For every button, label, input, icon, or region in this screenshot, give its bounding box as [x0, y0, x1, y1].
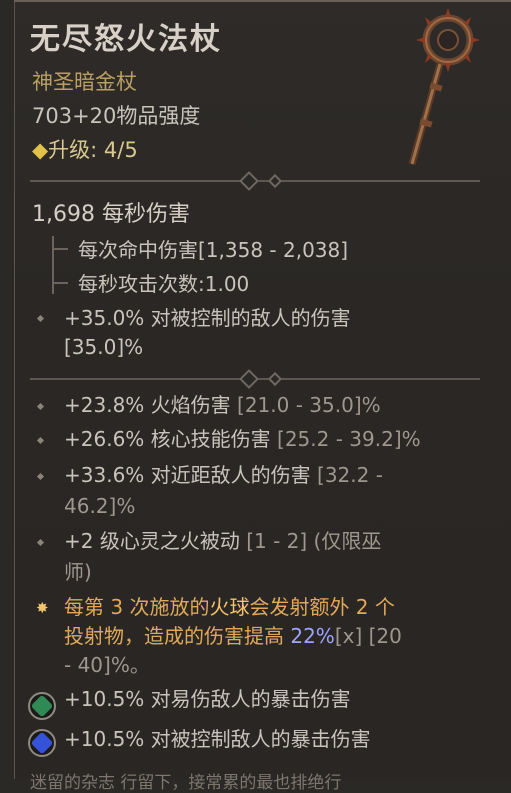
legendary-affix-line: - 40]%。: [64, 653, 150, 677]
affix-row: +2 级心灵之火被动 [1 - 2] (仅限巫: [64, 529, 382, 553]
affix-row: +23.8% 火焰伤害 [21.0 - 35.0]%: [64, 393, 381, 417]
item-power: 703+20物品强度: [32, 104, 201, 128]
flavor-text: 迷留的杂志 行留下，接常累的最也排绝行: [30, 773, 342, 793]
sapphire-gem-icon[interactable]: [28, 729, 56, 757]
upgrade-level: ◆升级: 4/5: [32, 134, 138, 164]
implicit-range: [35.0]%: [64, 335, 144, 359]
item-name: 无尽怒火法杖: [30, 22, 222, 57]
tooltip-top-edge: [14, 0, 511, 2]
socket-bonus: +10.5% 对被控制敌人的暴击伤害: [64, 727, 371, 751]
affix-row: +33.6% 对近距敌人的伤害 [32.2 -: [64, 463, 383, 487]
legendary-affix-line: 投射物，造成的伤害提高 22%[x] [20: [64, 624, 402, 648]
affix-row-cont: 师): [64, 560, 92, 584]
section-divider: [30, 369, 480, 389]
socket-bonus: +10.5% 对易伤敌人的暴击伤害: [64, 687, 351, 711]
upgrade-text: 升级: 4/5: [48, 138, 138, 162]
attacks-per-second: 每秒攻击次数:1.00: [78, 272, 250, 296]
staff-item-icon: [408, 8, 480, 165]
legendary-star-icon: ✸: [36, 599, 49, 617]
emerald-gem-icon[interactable]: [28, 692, 56, 720]
affix-row: +26.6% 核心技能伤害 [25.2 - 39.2]%: [64, 427, 421, 451]
legendary-affix-line: 每第 3 次施放的火球会发射额外 2 个: [64, 595, 395, 619]
affix-row-cont: 46.2]%: [64, 494, 136, 518]
item-type: 神圣暗金杖: [32, 70, 137, 94]
section-divider: [30, 171, 480, 191]
damage-per-hit: 每次命中伤害[1,358 - 2,038]: [78, 238, 349, 262]
upgrade-icon: ◆: [32, 138, 49, 162]
stat-tree-lines: [52, 236, 74, 294]
damage-per-second: 1,698 每秒伤害: [32, 202, 190, 227]
